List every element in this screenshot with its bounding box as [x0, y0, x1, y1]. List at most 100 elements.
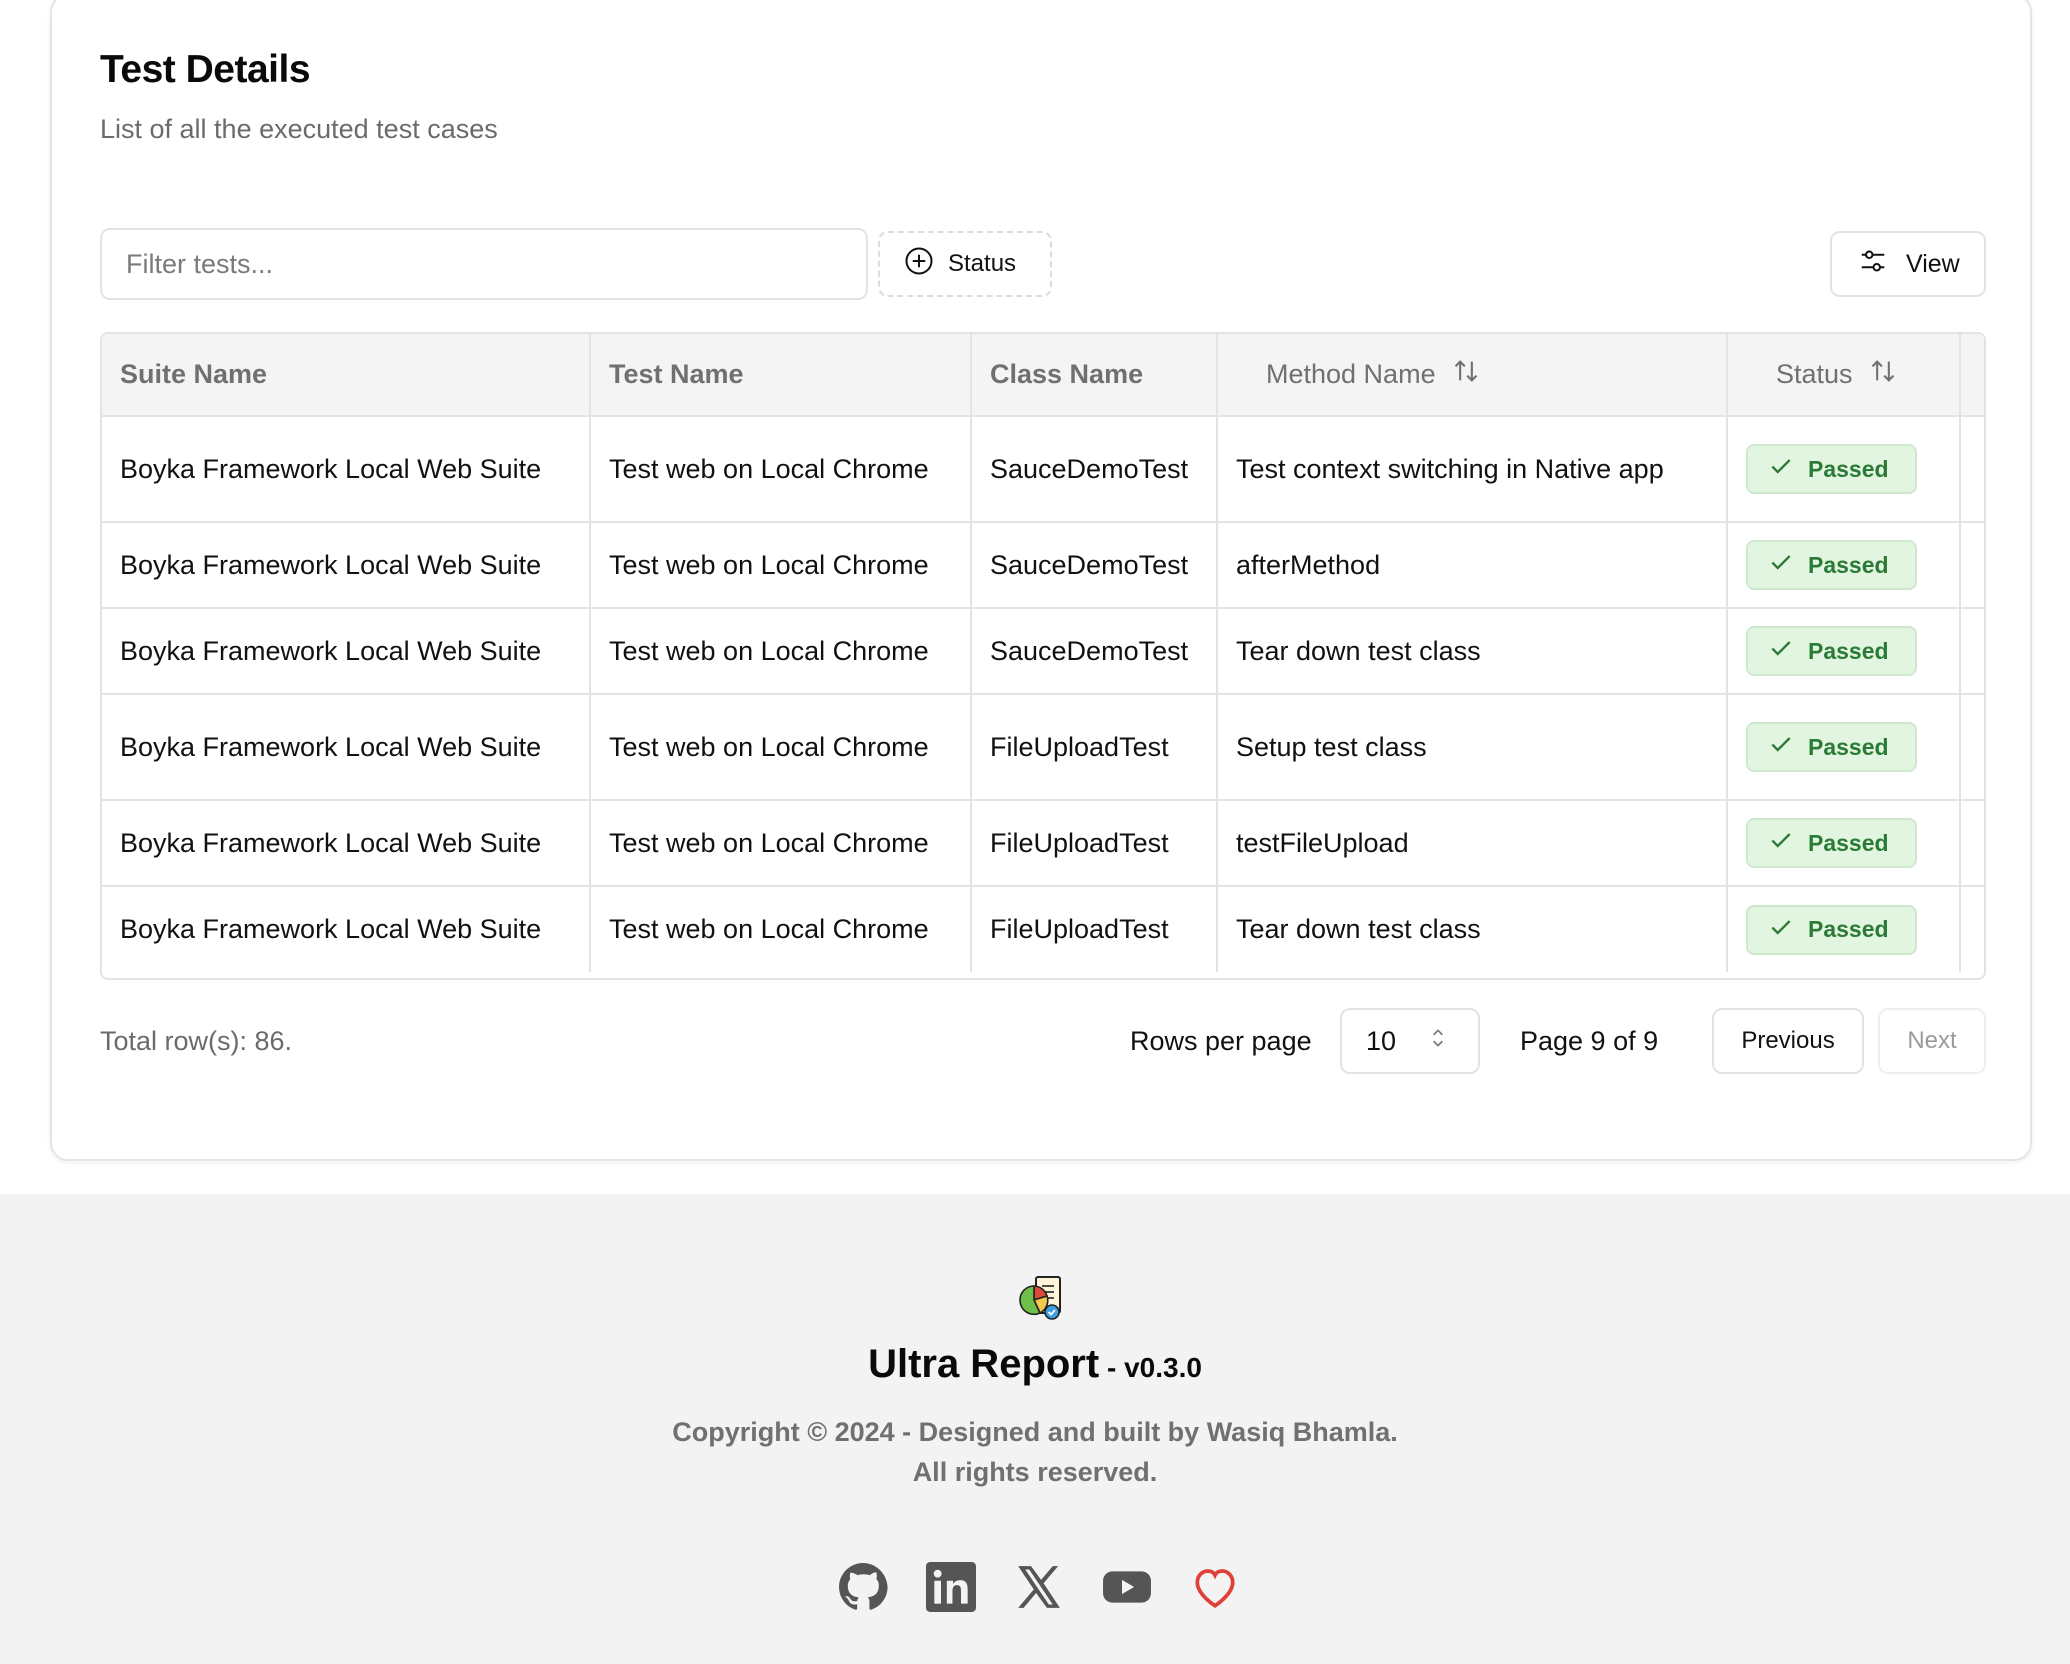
cell-method-name: afterMethod: [1217, 522, 1728, 609]
status-badge-label: Passed: [1808, 455, 1889, 482]
page-subtitle: List of all the executed test cases: [100, 114, 498, 144]
cell-suite-name: Boyka Framework Local Web Suite: [102, 886, 591, 972]
github-icon[interactable]: [838, 1562, 888, 1612]
column-header-class-name: Class Name: [971, 334, 1218, 417]
total-rows: Total row(s): 86.: [100, 1026, 293, 1056]
table-header-row: Suite Name Test Name Class Name Method N…: [102, 334, 1984, 417]
copyright-text: Copyright © 2024 - Designed and built by…: [672, 1417, 1398, 1447]
page-indicator: Page 9 of 9: [1520, 1026, 1659, 1056]
cell-suite-name: Boyka Framework Local Web Suite: [102, 800, 591, 887]
chevron-up-down-icon: [1428, 1025, 1448, 1058]
rows-per-page-value: 10: [1366, 1025, 1397, 1056]
column-header-suite-name: Suite Name: [102, 334, 591, 417]
status-badge-label: Passed: [1808, 829, 1889, 856]
ultra-report-logo: [1016, 1274, 1064, 1327]
rows-per-page-label: Rows per page: [1130, 1026, 1312, 1056]
status-filter-label: Status: [948, 250, 1017, 277]
column-header-method-name[interactable]: Method Name: [1217, 334, 1728, 417]
cell-test-name: Test web on Local Chrome: [590, 800, 972, 887]
table-row[interactable]: Boyka Framework Local Web Suite Test web …: [102, 800, 1984, 887]
view-options-button[interactable]: View: [1830, 231, 1986, 297]
table-row[interactable]: Boyka Framework Local Web Suite Test web …: [102, 522, 1984, 609]
plus-circle-icon: [904, 246, 934, 283]
check-icon: [1768, 549, 1794, 581]
rows-per-page-select[interactable]: 10: [1340, 1008, 1480, 1074]
app-name: Ultra Report: [868, 1342, 1100, 1386]
column-header-status[interactable]: Status: [1727, 334, 1961, 417]
column-header-test-name: Test Name: [590, 334, 972, 417]
cell-status: Passed: [1727, 522, 1961, 609]
check-icon: [1768, 914, 1794, 946]
status-header-label: Status: [1776, 359, 1853, 389]
sort-arrows-icon: [1452, 357, 1480, 392]
footer-copyright: Copyright © 2024 - Designed and built by…: [0, 1412, 2070, 1492]
cell-method-name: testFileUpload: [1217, 800, 1728, 887]
view-label: View: [1906, 249, 1960, 278]
tests-table: Suite Name Test Name Class Name Method N…: [100, 332, 1986, 980]
cell-test-name: Test web on Local Chrome: [590, 416, 972, 523]
cell-method-name: Tear down test class: [1217, 608, 1728, 695]
sort-arrows-icon: [1869, 357, 1897, 392]
column-header-extra: [1960, 334, 1984, 417]
heart-icon[interactable]: [1190, 1562, 1240, 1612]
status-badge: Passed: [1746, 626, 1917, 676]
cell-extra: [1960, 522, 1984, 609]
cell-class-name: FileUploadTest: [971, 886, 1218, 972]
cell-status: Passed: [1727, 800, 1961, 887]
youtube-icon[interactable]: [1102, 1562, 1152, 1612]
status-badge: Passed: [1746, 818, 1917, 868]
cell-method-name: Tear down test class: [1217, 886, 1728, 972]
linkedin-icon[interactable]: [926, 1562, 976, 1612]
cell-status: Passed: [1727, 416, 1961, 523]
sliders-icon: [1858, 246, 1888, 283]
status-badge-label: Passed: [1808, 733, 1889, 760]
cell-method-name: Test context switching in Native app: [1217, 416, 1728, 523]
footer-app-title: Ultra Report - v0.3.0: [0, 1342, 2070, 1387]
cell-test-name: Test web on Local Chrome: [590, 886, 972, 972]
check-icon: [1768, 453, 1794, 485]
status-badge: Passed: [1746, 444, 1917, 494]
filter-input[interactable]: [100, 228, 868, 300]
cell-extra: [1960, 886, 1984, 972]
cell-suite-name: Boyka Framework Local Web Suite: [102, 608, 591, 695]
table-row[interactable]: Boyka Framework Local Web Suite Test web …: [102, 694, 1984, 801]
cell-class-name: SauceDemoTest: [971, 608, 1218, 695]
status-badge-label: Passed: [1808, 637, 1889, 664]
status-badge-label: Passed: [1808, 551, 1889, 578]
check-icon: [1768, 635, 1794, 667]
status-badge: Passed: [1746, 540, 1917, 590]
cell-class-name: FileUploadTest: [971, 800, 1218, 887]
cell-class-name: FileUploadTest: [971, 694, 1218, 801]
cell-extra: [1960, 694, 1984, 801]
cell-test-name: Test web on Local Chrome: [590, 694, 972, 801]
status-filter-button[interactable]: Status: [878, 231, 1052, 297]
cell-status: Passed: [1727, 608, 1961, 695]
cell-class-name: SauceDemoTest: [971, 522, 1218, 609]
cell-test-name: Test web on Local Chrome: [590, 522, 972, 609]
status-badge: Passed: [1746, 722, 1917, 772]
cell-extra: [1960, 608, 1984, 695]
cell-suite-name: Boyka Framework Local Web Suite: [102, 522, 591, 609]
table-row[interactable]: Boyka Framework Local Web Suite Test web …: [102, 416, 1984, 523]
table-row[interactable]: Boyka Framework Local Web Suite Test web …: [102, 608, 1984, 695]
cell-extra: [1960, 800, 1984, 887]
status-badge-label: Passed: [1808, 916, 1889, 942]
rights-text: All rights reserved.: [912, 1457, 1158, 1487]
cell-test-name: Test web on Local Chrome: [590, 608, 972, 695]
footer: Ultra Report - v0.3.0 Copyright © 2024 -…: [0, 1194, 2070, 1664]
social-links: [838, 1562, 1240, 1612]
cell-class-name: SauceDemoTest: [971, 416, 1218, 523]
page-title: Test Details: [100, 48, 311, 91]
status-badge: Passed: [1746, 904, 1917, 955]
cell-suite-name: Boyka Framework Local Web Suite: [102, 416, 591, 523]
app-version: - v0.3.0: [1099, 1352, 1202, 1383]
previous-page-button[interactable]: Previous: [1712, 1008, 1864, 1074]
x-icon[interactable]: [1014, 1562, 1064, 1612]
cell-status: Passed: [1727, 694, 1961, 801]
table-row[interactable]: Boyka Framework Local Web Suite Test web …: [102, 886, 1984, 972]
test-details-card: Test Details List of all the executed te…: [50, 0, 2032, 1161]
check-icon: [1768, 827, 1794, 859]
cell-method-name: Setup test class: [1217, 694, 1728, 801]
next-page-button[interactable]: Next: [1878, 1008, 1986, 1074]
method-name-header-label: Method Name: [1266, 359, 1436, 389]
